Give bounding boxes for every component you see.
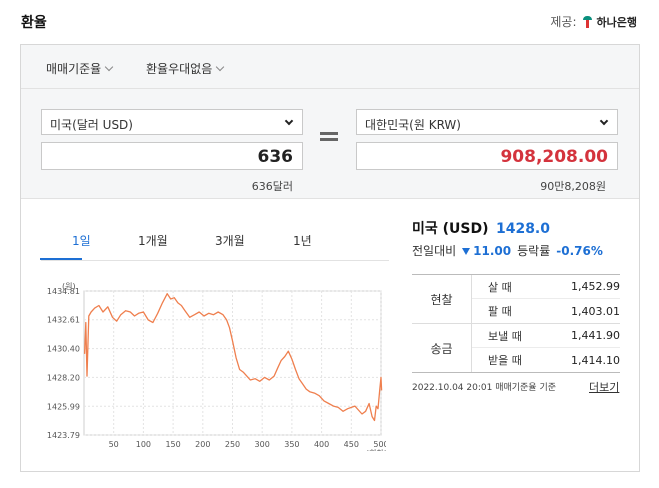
change-ratio-label: 등락률 [517, 244, 551, 258]
from-currency-label: 미국(달러 USD) [50, 118, 133, 132]
remit-group: 송금 보낼 때 1,441.90 받을 때 1,414.10 [412, 324, 620, 372]
table-row: 받을 때 1,414.10 [472, 348, 620, 372]
chevron-down-icon [104, 62, 114, 71]
y-tick-label: 1425.99 [47, 402, 80, 411]
change-value: 11.00 [473, 243, 512, 258]
cash-label: 현찰 [412, 275, 472, 323]
to-amount-input[interactable]: 908,208.00 [356, 142, 618, 170]
rate-summary: 미국 (USD) 1428.0 [412, 218, 550, 238]
remit-label: 송금 [412, 324, 472, 372]
from-amount-input[interactable]: 636 [41, 142, 303, 170]
cash-buy-value: 1,452.99 [571, 280, 620, 293]
down-triangle-icon [462, 247, 471, 255]
preferential-rate-label: 환율우대없음 [146, 62, 213, 76]
x-tick-label: 500 [373, 440, 386, 449]
page-title: 환율 [21, 15, 47, 31]
change-ratio: -0.76% [556, 243, 603, 258]
y-unit-label: (원) [62, 282, 76, 291]
x-tick-label: 100 [136, 440, 151, 449]
more-link[interactable]: 더보기 [589, 379, 619, 395]
remit-send-value: 1,441.90 [571, 329, 620, 342]
x-tick-label: 350 [284, 440, 299, 449]
cash-rows: 살 때 1,452.99 팔 때 1,403.01 [472, 275, 620, 323]
remit-send-label: 보낼 때 [488, 329, 522, 343]
table-row: 살 때 1,452.99 [472, 275, 620, 299]
tab-3-months[interactable]: 3개월 [215, 232, 245, 249]
chevron-down-icon [284, 116, 294, 126]
y-tick-label: 1432.61 [47, 316, 80, 325]
to-currency-select[interactable]: 대한민국(원 KRW) [356, 109, 618, 135]
bank-logo: 하나은행 [581, 14, 637, 30]
tab-1-year[interactable]: 1년 [293, 232, 312, 249]
remit-receive-value: 1,414.10 [571, 353, 620, 367]
chevron-down-icon [216, 62, 225, 71]
x-tick-label: 200 [195, 440, 210, 449]
change-value-wrap: 11.00 [462, 244, 511, 258]
from-amount-words: 636달러 [251, 180, 293, 193]
cash-sell-label: 팔 때 [488, 305, 512, 318]
chevron-down-icon [599, 116, 609, 126]
remit-rows: 보낼 때 1,441.90 받을 때 1,414.10 [472, 324, 620, 372]
bank-logo-text: 하나은행 [596, 15, 637, 29]
summary-rate: 1428.0 [495, 221, 550, 237]
preferential-rate-dropdown[interactable]: 환율우대없음 [146, 60, 225, 77]
tab-1-month[interactable]: 1개월 [138, 232, 168, 249]
x-tick-label: 400 [314, 440, 329, 449]
to-currency-label: 대한민국(원 KRW) [365, 118, 461, 132]
y-tick-label: 1423.79 [47, 431, 80, 440]
cash-buy-label: 살 때 [488, 280, 512, 294]
x-tick-label: 250 [225, 440, 240, 449]
rate-change: 전일대비 11.00 등락률 -0.76% [412, 242, 603, 259]
converter: 미국(달러 USD) 636 636달러 대한민국(원 KRW) 908,208… [21, 89, 639, 199]
bank-logo-icon [581, 15, 595, 29]
exchange-panel: 매매기준율 환율우대없음 미국(달러 USD) 636 636달러 대한민국(원… [20, 44, 640, 472]
tab-1-day[interactable]: 1일 [72, 232, 91, 249]
rate-basis-label: 매매기준율 [46, 62, 102, 76]
cash-sell-value: 1,403.01 [571, 304, 620, 318]
filter-bar: 매매기준율 환율우대없음 [21, 45, 639, 89]
provider-label: 제공: [550, 15, 577, 29]
to-amount-words: 90만8,208원 [540, 180, 606, 193]
x-tick-label: 150 [165, 440, 180, 449]
equals-icon [320, 132, 338, 142]
active-tab-indicator [40, 258, 82, 260]
rate-table: 현찰 살 때 1,452.99 팔 때 1,403.01 송금 보낼 때 1,4… [412, 274, 620, 373]
from-currency-select[interactable]: 미국(달러 USD) [41, 109, 303, 135]
table-row: 보낼 때 1,441.90 [472, 324, 620, 348]
x-tick-label: 450 [344, 440, 359, 449]
exchange-rate-chart: 1434.811432.611430.401428.201425.991423.… [47, 282, 386, 451]
y-tick-label: 1430.40 [47, 345, 80, 354]
period-tabs: 1일 1개월 3개월 1년 [41, 227, 389, 261]
rate-timestamp: 2022.10.04 20:01 매매기준율 기준 [412, 383, 557, 393]
x-tick-label: 300 [255, 440, 270, 449]
cash-group: 현찰 살 때 1,452.99 팔 때 1,403.01 [412, 275, 620, 324]
y-tick-label: 1428.20 [47, 373, 80, 382]
x-tick-label: 50 [109, 440, 119, 449]
rate-basis-dropdown[interactable]: 매매기준율 [46, 60, 114, 77]
prev-day-label: 전일대비 [412, 244, 457, 258]
provider-info: 제공: 하나은행 [550, 13, 637, 30]
x-unit-label: (회차) [366, 449, 386, 451]
table-row: 팔 때 1,403.01 [472, 299, 620, 323]
summary-country: 미국 (USD) [412, 221, 489, 237]
remit-receive-label: 받을 때 [488, 354, 522, 367]
